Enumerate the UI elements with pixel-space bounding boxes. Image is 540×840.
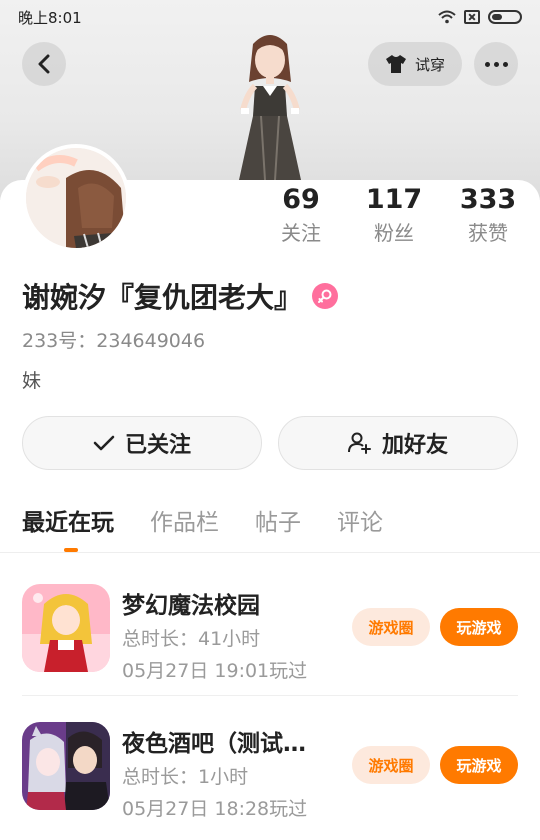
tab-divider: [0, 552, 540, 553]
try-on-button[interactable]: 试穿: [368, 42, 462, 86]
chevron-left-icon: [38, 54, 50, 74]
user-bio: 妹: [22, 370, 42, 392]
tab-posts[interactable]: 帖子: [255, 500, 301, 552]
game-list-item[interactable]: 梦幻魔法校园 总时长：41小时 05月27日 19:01玩过 游戏圈 玩游戏: [0, 566, 540, 696]
game-circle-button[interactable]: 游戏圈: [352, 608, 430, 646]
game-icon-night-bar[interactable]: [22, 722, 110, 810]
game-cover-image: [22, 722, 110, 810]
add-user-icon: [347, 432, 371, 454]
game-circle-button[interactable]: 游戏圈: [352, 746, 430, 784]
more-icon: [484, 61, 508, 67]
tab-comments[interactable]: 评论: [337, 500, 383, 552]
game-duration: 总时长：1小时: [122, 766, 249, 788]
play-game-button[interactable]: 玩游戏: [440, 746, 518, 784]
game-duration: 总时长：41小时: [122, 628, 261, 650]
following-button[interactable]: 已关注: [22, 416, 262, 470]
name-row: 谢婉汐『复仇团老大』: [22, 276, 339, 316]
user-name: 谢婉汐『复仇团老大』: [22, 281, 303, 314]
no-sim-icon: [464, 10, 480, 24]
status-time: 晚上8:01: [18, 8, 82, 27]
following-count: 69: [282, 184, 320, 215]
game-cover-image: [22, 584, 110, 672]
female-icon: [312, 283, 339, 309]
play-game-button[interactable]: 玩游戏: [440, 608, 518, 646]
stat-likes[interactable]: 333 获赞: [448, 182, 528, 248]
game-title: 夜色酒吧（测试…: [122, 731, 306, 757]
user-id: 233号：234649046: [22, 330, 206, 352]
add-friend-button[interactable]: 加好友: [278, 416, 518, 470]
battery-icon: [488, 10, 522, 24]
likes-label: 获赞: [468, 221, 508, 245]
status-icons: [438, 10, 522, 24]
game-icon-dream-magic[interactable]: [22, 584, 110, 672]
add-friend-label: 加好友: [381, 433, 448, 458]
status-bar: 晚上8:01: [0, 0, 540, 34]
game-last-played: 05月27日 18:28玩过: [122, 798, 308, 820]
check-icon: [93, 435, 115, 451]
game-title: 梦幻魔法校园: [122, 593, 260, 619]
profile-stats: 69 关注 117 粉丝 333 获赞: [0, 182, 540, 252]
back-button[interactable]: [22, 42, 66, 86]
likes-count: 333: [459, 184, 517, 215]
try-on-label: 试穿: [414, 55, 445, 74]
following-label: 关注: [281, 221, 321, 245]
tab-posts-label: 帖子: [255, 510, 301, 536]
avatar-figure-image: [239, 35, 301, 186]
profile-tabs: 最近在玩 作品栏 帖子 评论: [22, 500, 383, 552]
tab-comments-label: 评论: [337, 510, 383, 536]
stat-followers[interactable]: 117 粉丝: [354, 182, 434, 248]
game-list-item[interactable]: 夜色酒吧（测试… 总时长：1小时 05月27日 18:28玩过 游戏圈 玩游戏: [0, 704, 540, 834]
game-last-played: 05月27日 19:01玩过: [122, 660, 308, 682]
more-options-button[interactable]: [474, 42, 518, 86]
tab-works-label: 作品栏: [150, 510, 219, 536]
followers-count: 117: [365, 184, 423, 215]
shirt-icon: [385, 55, 406, 73]
following-button-label: 已关注: [124, 433, 191, 458]
tab-recently-played-label: 最近在玩: [22, 510, 114, 536]
wifi-icon: [438, 10, 456, 24]
tab-recently-played[interactable]: 最近在玩: [22, 500, 114, 552]
row-divider: [22, 695, 518, 696]
followers-label: 粉丝: [374, 221, 414, 245]
tab-works[interactable]: 作品栏: [150, 500, 219, 552]
stat-following[interactable]: 69 关注: [261, 182, 341, 248]
